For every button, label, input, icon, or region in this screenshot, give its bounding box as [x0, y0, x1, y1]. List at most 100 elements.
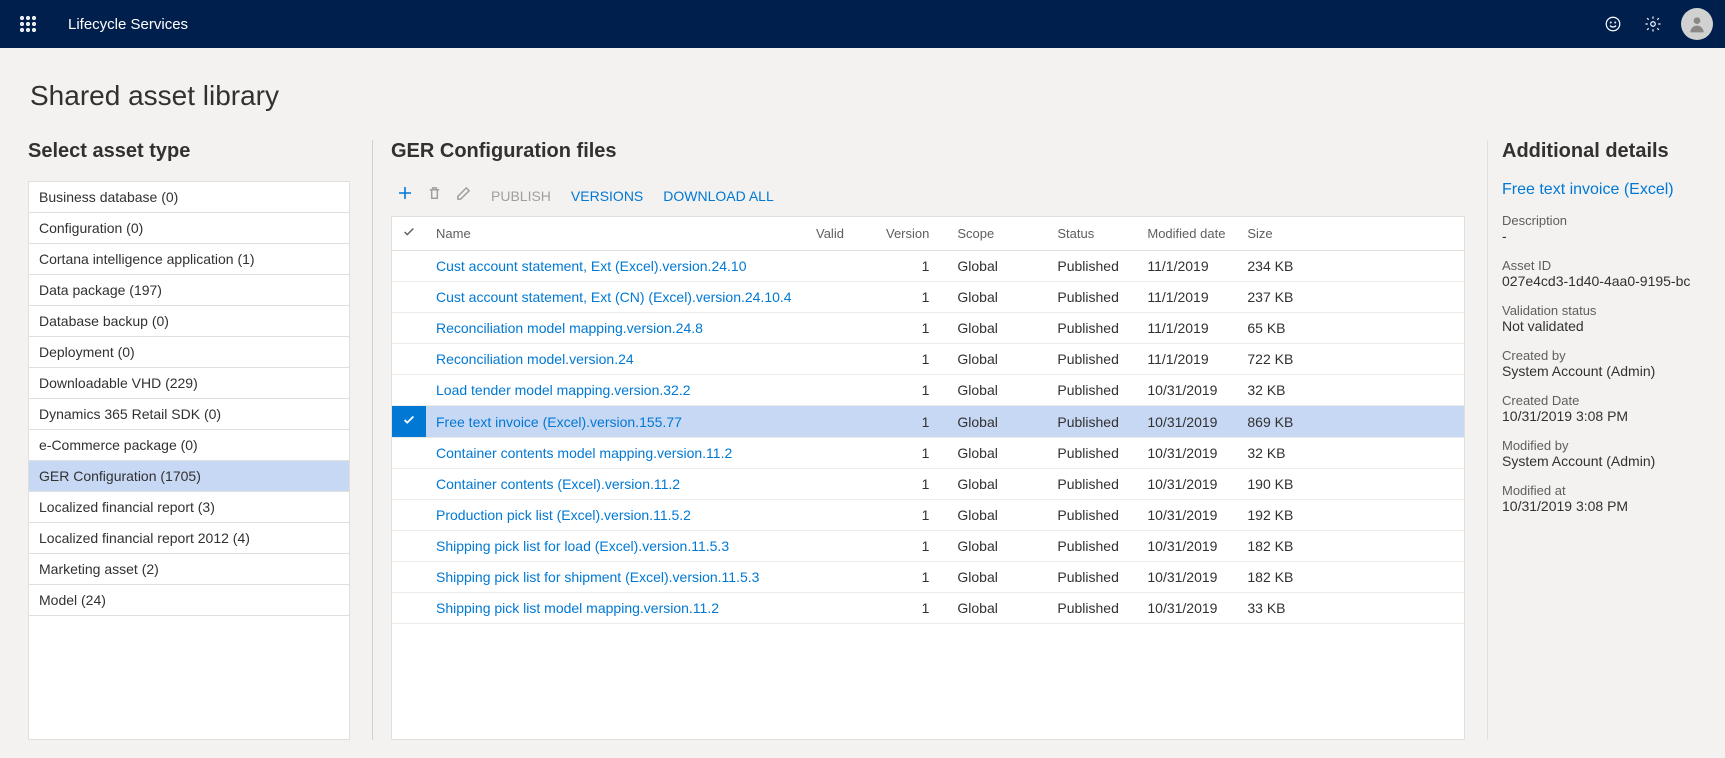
table-row[interactable]: Free text invoice (Excel).version.155.77…	[392, 406, 1464, 438]
table-row[interactable]: Container contents model mapping.version…	[392, 438, 1464, 469]
table-row[interactable]: Load tender model mapping.version.32.21G…	[392, 375, 1464, 406]
cell-name[interactable]: Reconciliation model.version.24	[426, 344, 806, 375]
asset-type-item[interactable]: Localized financial report (3)	[29, 492, 349, 523]
cell-scope: Global	[947, 438, 1047, 469]
feedback-button[interactable]	[1593, 0, 1633, 48]
row-checkbox[interactable]	[392, 406, 426, 438]
top-bar: Lifecycle Services	[0, 0, 1725, 48]
asset-type-item[interactable]: Downloadable VHD (229)	[29, 368, 349, 399]
cell-size: 190 KB	[1237, 469, 1464, 500]
col-valid[interactable]: Valid	[806, 217, 876, 251]
cell-name[interactable]: Reconciliation model mapping.version.24.…	[426, 313, 806, 344]
edit-button[interactable]	[456, 185, 471, 206]
row-checkbox[interactable]	[392, 469, 426, 500]
files-panel: GER Configuration files PUBLISH VERSIONS…	[372, 140, 1465, 740]
asset-type-item[interactable]: Cortana intelligence application (1)	[29, 244, 349, 275]
cell-modified: 10/31/2019	[1137, 593, 1237, 624]
smile-icon	[1604, 15, 1622, 33]
row-checkbox[interactable]	[392, 313, 426, 344]
cell-status: Published	[1047, 375, 1137, 406]
asset-type-list[interactable]: Business database (0)Configuration (0)Co…	[28, 181, 350, 740]
table-row[interactable]: Container contents (Excel).version.11.2 1…	[392, 469, 1464, 500]
row-checkbox[interactable]	[392, 251, 426, 282]
asset-type-item[interactable]: Dynamics 365 Retail SDK (0)	[29, 399, 349, 430]
cell-modified: 10/31/2019	[1137, 406, 1237, 438]
row-checkbox[interactable]	[392, 282, 426, 313]
table-row[interactable]: Shipping pick list for shipment (Excel).…	[392, 562, 1464, 593]
cell-version: 1	[876, 562, 947, 593]
row-checkbox[interactable]	[392, 593, 426, 624]
asset-type-item[interactable]: e-Commerce package (0)	[29, 430, 349, 461]
asset-type-item[interactable]: Data package (197)	[29, 275, 349, 306]
table-row[interactable]: Cust account statement, Ext (Excel).vers…	[392, 251, 1464, 282]
cell-name[interactable]: Shipping pick list for load (Excel).vers…	[426, 531, 806, 562]
cell-name[interactable]: Load tender model mapping.version.32.2	[426, 375, 806, 406]
settings-button[interactable]	[1633, 0, 1673, 48]
col-scope[interactable]: Scope	[947, 217, 1047, 251]
cell-valid	[806, 469, 876, 500]
user-avatar[interactable]	[1681, 8, 1713, 40]
col-version[interactable]: Version	[876, 217, 947, 251]
brand-title[interactable]: Lifecycle Services	[68, 16, 188, 33]
app-launcher-button[interactable]	[12, 8, 44, 40]
table-row[interactable]: Reconciliation model.version.241GlobalPu…	[392, 344, 1464, 375]
row-checkbox[interactable]	[392, 344, 426, 375]
col-modified[interactable]: Modified date	[1137, 217, 1237, 251]
row-checkbox[interactable]	[392, 375, 426, 406]
delete-button[interactable]	[427, 185, 442, 206]
asset-type-item[interactable]: Localized financial report 2012 (4)	[29, 523, 349, 554]
cell-version: 1	[876, 500, 947, 531]
cell-valid	[806, 500, 876, 531]
cell-name[interactable]: Cust account statement, Ext (CN) (Excel)…	[426, 282, 806, 313]
row-checkbox[interactable]	[392, 438, 426, 469]
cell-size: 234 KB	[1237, 251, 1464, 282]
table-row[interactable]: Reconciliation model mapping.version.24.…	[392, 313, 1464, 344]
table-row[interactable]: Shipping pick list model mapping.version…	[392, 593, 1464, 624]
cell-scope: Global	[947, 531, 1047, 562]
col-size[interactable]: Size	[1237, 217, 1464, 251]
col-status[interactable]: Status	[1047, 217, 1137, 251]
cell-size: 182 KB	[1237, 562, 1464, 593]
cell-name[interactable]: Container contents (Excel).version.11.2	[426, 469, 806, 500]
cell-size: 722 KB	[1237, 344, 1464, 375]
table-row[interactable]: Production pick list (Excel).version.11.…	[392, 500, 1464, 531]
files-grid-scroll[interactable]: Name Valid Version Scope Status Modified…	[391, 216, 1465, 740]
page-title: Shared asset library	[30, 80, 1697, 112]
asset-type-item[interactable]: Marketing asset (2)	[29, 554, 349, 585]
asset-type-item[interactable]: Business database (0)	[29, 182, 349, 213]
table-row[interactable]: Cust account statement, Ext (CN) (Excel)…	[392, 282, 1464, 313]
asset-type-item[interactable]: Model (24)	[29, 585, 349, 616]
row-checkbox[interactable]	[392, 562, 426, 593]
row-checkbox[interactable]	[392, 500, 426, 531]
col-name[interactable]: Name	[426, 217, 806, 251]
download-all-button[interactable]: DOWNLOAD ALL	[663, 188, 773, 204]
add-button[interactable]	[397, 185, 413, 206]
row-checkbox[interactable]	[392, 531, 426, 562]
asset-type-item[interactable]: Database backup (0)	[29, 306, 349, 337]
horizontal-scrollbar[interactable]	[28, 740, 1697, 758]
cell-valid	[806, 593, 876, 624]
cell-scope: Global	[947, 500, 1047, 531]
asset-type-item[interactable]: Configuration (0)	[29, 213, 349, 244]
cell-version: 1	[876, 406, 947, 438]
cell-name[interactable]: Production pick list (Excel).version.11.…	[426, 500, 806, 531]
value-modified-at: 10/31/2019 3:08 PM	[1502, 498, 1697, 514]
asset-type-item[interactable]: GER Configuration (1705)	[29, 461, 349, 492]
cell-name[interactable]: Cust account statement, Ext (Excel).vers…	[426, 251, 806, 282]
asset-type-panel: Select asset type Business database (0)C…	[28, 140, 350, 740]
versions-button[interactable]: VERSIONS	[571, 188, 643, 204]
asset-type-item[interactable]: Deployment (0)	[29, 337, 349, 368]
cell-name[interactable]: Container contents model mapping.version…	[426, 438, 806, 469]
details-asset-title[interactable]: Free text invoice (Excel)	[1502, 181, 1697, 199]
cell-scope: Global	[947, 375, 1047, 406]
table-row[interactable]: Shipping pick list for load (Excel).vers…	[392, 531, 1464, 562]
publish-button[interactable]: PUBLISH	[491, 188, 551, 204]
cell-valid	[806, 282, 876, 313]
col-select[interactable]	[392, 217, 426, 251]
pencil-icon	[456, 186, 471, 201]
cell-name[interactable]: Shipping pick list model mapping.version…	[426, 593, 806, 624]
cell-name[interactable]: Free text invoice (Excel).version.155.77	[426, 406, 806, 438]
cell-scope: Global	[947, 344, 1047, 375]
cell-size: 32 KB	[1237, 375, 1464, 406]
cell-name[interactable]: Shipping pick list for shipment (Excel).…	[426, 562, 806, 593]
